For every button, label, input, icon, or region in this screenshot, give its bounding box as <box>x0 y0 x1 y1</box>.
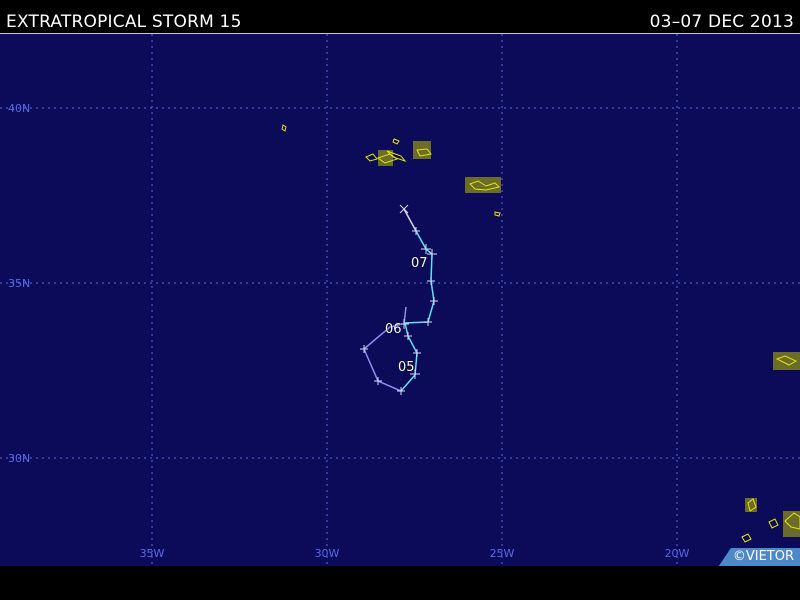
island-flores <box>281 124 287 132</box>
lat-label-40n: 40N <box>8 102 30 115</box>
track-marker <box>424 318 432 326</box>
credit-badge: ©VIETOR <box>718 548 800 566</box>
track-segment-white <box>403 208 417 232</box>
track-marker <box>430 297 438 305</box>
island-la-gomera <box>768 518 779 529</box>
madeira-islands <box>773 352 800 370</box>
header-bar: EXTRATROPICAL STORM 15 03–07 DEC 2013 <box>0 0 800 33</box>
island-santa-maria <box>494 211 501 217</box>
lon-label-25w: 25W <box>490 547 515 560</box>
footer-bar <box>0 566 800 600</box>
track-label-06: 06 <box>385 322 402 337</box>
lat-label-35n: 35N <box>8 277 30 290</box>
island-graciosa <box>392 138 400 145</box>
island-el-hierro <box>741 533 752 543</box>
track-marker <box>413 349 421 357</box>
storm-title: EXTRATROPICAL STORM 15 <box>6 12 242 32</box>
lon-labels: 35W 30W 25W 20W <box>140 547 690 560</box>
track-marker <box>412 227 420 235</box>
storm-dates: 03–07 DEC 2013 <box>649 12 794 32</box>
track-marker <box>404 332 412 340</box>
azores-islands <box>281 124 501 217</box>
lat-label-30n: 30N <box>8 452 30 465</box>
track-marker <box>427 277 435 285</box>
lat-labels: 40N 35N 30N <box>8 102 30 465</box>
track-marker <box>374 377 382 385</box>
track-day-labels: 07 06 05 <box>385 256 428 376</box>
canary-islands <box>741 498 800 543</box>
track-marker <box>399 204 409 214</box>
track-map: 40N 35N 30N 35W 30W 25W 20W 07 06 05 <box>0 33 800 567</box>
map-svg: 40N 35N 30N 35W 30W 25W 20W 07 06 05 <box>0 34 800 567</box>
island-faial <box>365 153 378 162</box>
lon-label-20w: 20W <box>665 547 690 560</box>
lon-label-30w: 30W <box>315 547 340 560</box>
track-label-05: 05 <box>398 360 415 375</box>
graticule <box>0 34 800 567</box>
track-label-07: 07 <box>411 256 428 271</box>
lon-label-35w: 35W <box>140 547 165 560</box>
